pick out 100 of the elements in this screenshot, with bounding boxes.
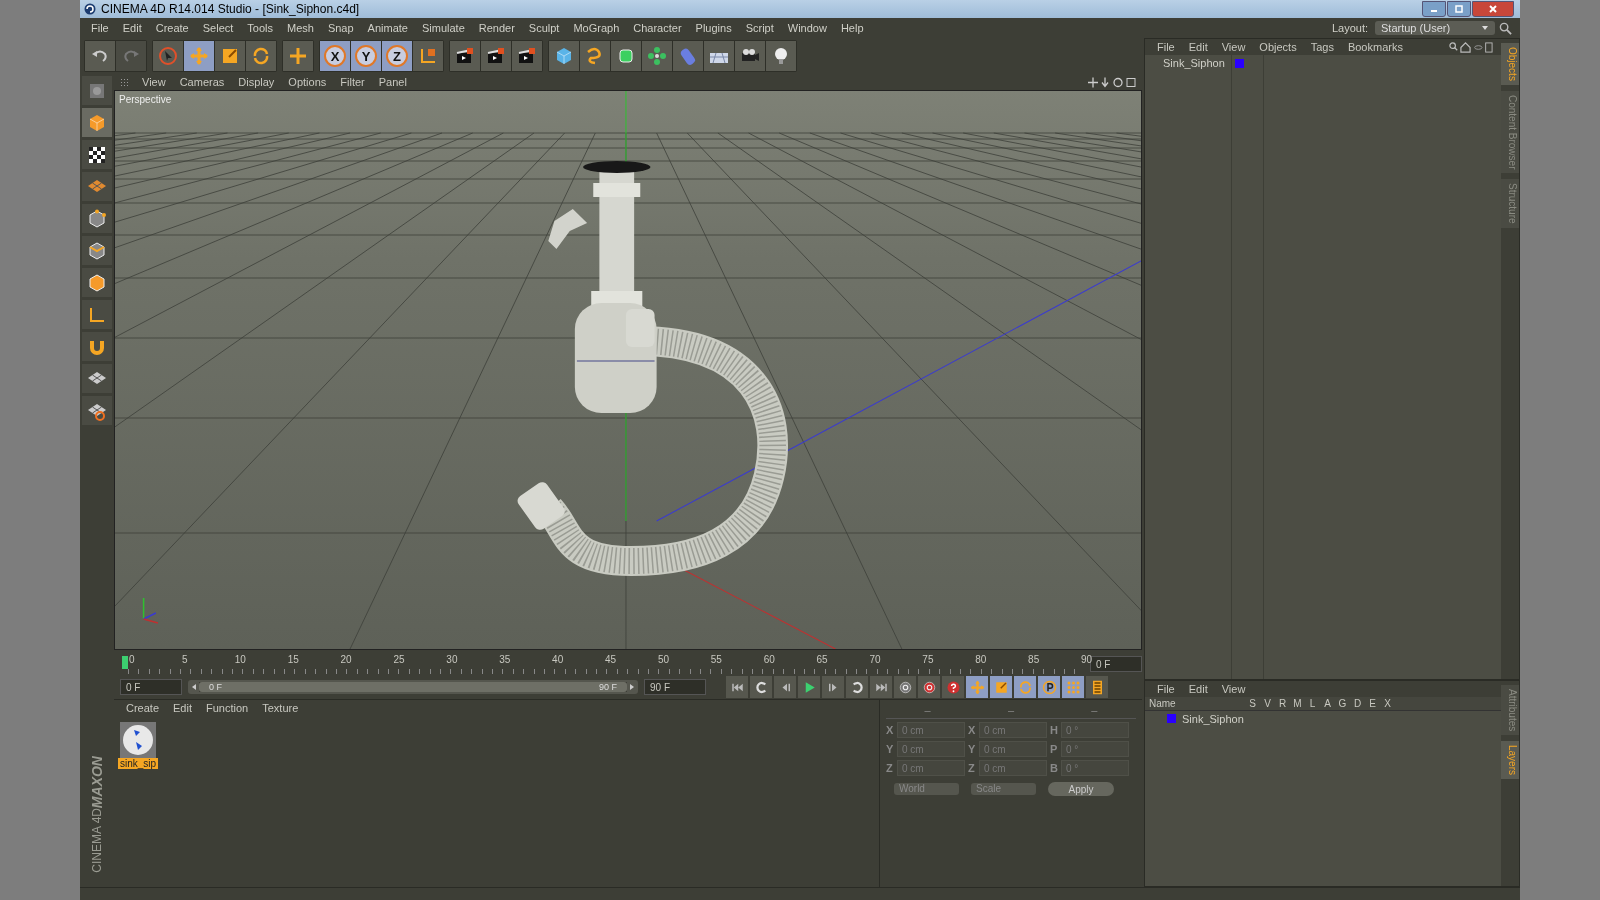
move-icon (189, 46, 209, 66)
axis-lock-button[interactable]: Y (351, 41, 381, 71)
maximize-button[interactable] (1447, 1, 1471, 17)
menu-item[interactable]: Window (780, 22, 834, 34)
layout-dropdown[interactable]: Startup (User) (1375, 21, 1495, 35)
menu-item[interactable]: Select (195, 22, 241, 34)
material-swatch[interactable]: sink_sip (118, 722, 158, 769)
frame-range-slider[interactable]: 0 F 90 F (188, 680, 638, 694)
menu-item[interactable]: Help (833, 22, 871, 34)
menu-item[interactable]: Mesh (280, 22, 321, 34)
toolbar-button[interactable] (735, 41, 765, 71)
caret-icon (1481, 24, 1489, 32)
toolbar-button[interactable] (481, 41, 511, 71)
menu-item[interactable]: Create (148, 22, 196, 34)
frame-number: 80 (975, 654, 987, 665)
playback-button[interactable] (798, 676, 820, 698)
axis-label: Z (886, 762, 894, 774)
column-header: D (1352, 698, 1363, 709)
minimize-button[interactable] (1422, 1, 1446, 17)
side-tab[interactable]: Layers (1501, 741, 1519, 780)
menu-item[interactable]: Animate (360, 22, 415, 34)
window-title: CINEMA 4D R14.014 Studio - [Sink_Siphon.c4d] (101, 2, 360, 16)
menu-item[interactable]: Filter (334, 76, 371, 88)
playback-button[interactable] (870, 676, 892, 698)
menu-item[interactable]: MoGraph (566, 22, 627, 34)
end-frame-field[interactable]: 90 F (644, 679, 706, 695)
cube-points-icon (87, 208, 107, 229)
layer-row[interactable]: Sink_Siphon (1145, 711, 1501, 726)
view-navigation-icon[interactable] (1088, 76, 1136, 88)
start-frame-field[interactable]: 0 F (120, 679, 182, 695)
camera-label: Perspective (119, 94, 172, 105)
playback-button[interactable] (774, 676, 796, 698)
menu-item[interactable]: Render (471, 22, 522, 34)
menu-item[interactable]: File (1151, 683, 1181, 695)
frame-number: 40 (552, 654, 564, 665)
menu-item[interactable]: Character (626, 22, 689, 34)
menu-item[interactable]: Plugins (688, 22, 739, 34)
menu-item[interactable]: Snap (320, 22, 361, 34)
menu-item[interactable]: View (1215, 683, 1252, 695)
menu-item[interactable]: Simulate (414, 22, 472, 34)
previous-key-icon (753, 679, 769, 695)
column-header: Name (1148, 698, 1177, 709)
search-icon[interactable] (1499, 21, 1512, 35)
menu-item[interactable]: Edit (167, 702, 198, 714)
sphere-ring-icon (647, 46, 667, 66)
playback-button[interactable] (942, 676, 964, 698)
axis-lock-button[interactable]: Z (382, 41, 412, 71)
frame-number: 25 (393, 654, 405, 665)
axis-lock-button[interactable]: X (320, 41, 350, 71)
menu-item[interactable]: Bookmarks (1341, 41, 1409, 53)
menu-item[interactable]: Texture (256, 702, 305, 714)
menu-item[interactable]: Panel (372, 76, 413, 88)
side-tab[interactable]: Objects (1501, 43, 1519, 85)
menu-item[interactable]: View (1215, 41, 1252, 53)
viewport[interactable]: Perspective (114, 90, 1142, 650)
menu-item[interactable]: Cameras (173, 76, 231, 88)
playback-button[interactable] (894, 676, 916, 698)
clapperboard-icon (517, 46, 537, 66)
menu-item[interactable]: File (84, 22, 116, 34)
menu-item[interactable]: Script (738, 22, 781, 34)
apply-button[interactable]: Apply (1048, 782, 1114, 796)
grip-icon (120, 78, 128, 86)
menu-item[interactable]: View (136, 76, 172, 88)
slider-fill[interactable]: 0 F 90 F (199, 682, 627, 692)
playback-button[interactable] (726, 676, 748, 698)
playback-button[interactable] (822, 676, 844, 698)
playback-button[interactable] (1038, 676, 1060, 698)
object-row[interactable]: Sink_Siphon (1145, 55, 1501, 71)
menu-item[interactable]: Edit (1182, 683, 1214, 695)
toolbar-button[interactable] (766, 41, 796, 71)
mode-button[interactable] (82, 140, 112, 169)
playback-button[interactable] (918, 676, 940, 698)
product-logo: CINEMA 4D (90, 808, 104, 873)
menu-item[interactable]: Sculpt (521, 22, 567, 34)
frame-number: 90 (1081, 654, 1093, 665)
frame-number: 65 (816, 654, 828, 665)
menu-item[interactable]: Edit (1182, 41, 1214, 53)
column-header: L (1308, 698, 1317, 709)
menu-item[interactable]: Create (120, 702, 166, 714)
menu-item[interactable]: Options (282, 76, 333, 88)
menu-item[interactable]: Tools (240, 22, 280, 34)
column-header: E (1368, 698, 1377, 709)
playback-button[interactable] (1086, 676, 1108, 698)
toolbar-button[interactable] (512, 41, 542, 71)
menu-item[interactable]: Tags (1304, 41, 1340, 53)
menu-item[interactable]: Edit (115, 22, 149, 34)
menu-item[interactable]: Objects (1253, 41, 1303, 53)
frame-number: 10 (234, 654, 246, 665)
toolbar-button[interactable] (450, 41, 480, 71)
close-button[interactable] (1472, 1, 1514, 17)
menu-item[interactable]: Display (232, 76, 281, 88)
playback-button[interactable] (846, 676, 868, 698)
right-arrow-icon[interactable] (629, 683, 635, 691)
left-arrow-icon[interactable] (191, 683, 197, 691)
playback-button[interactable] (750, 676, 772, 698)
scale-icon (220, 46, 240, 66)
cube-icon (554, 46, 574, 66)
menu-item[interactable]: Function (200, 702, 255, 714)
menu-item[interactable]: File (1151, 41, 1181, 53)
manager-tools-icon[interactable] (1447, 41, 1495, 53)
